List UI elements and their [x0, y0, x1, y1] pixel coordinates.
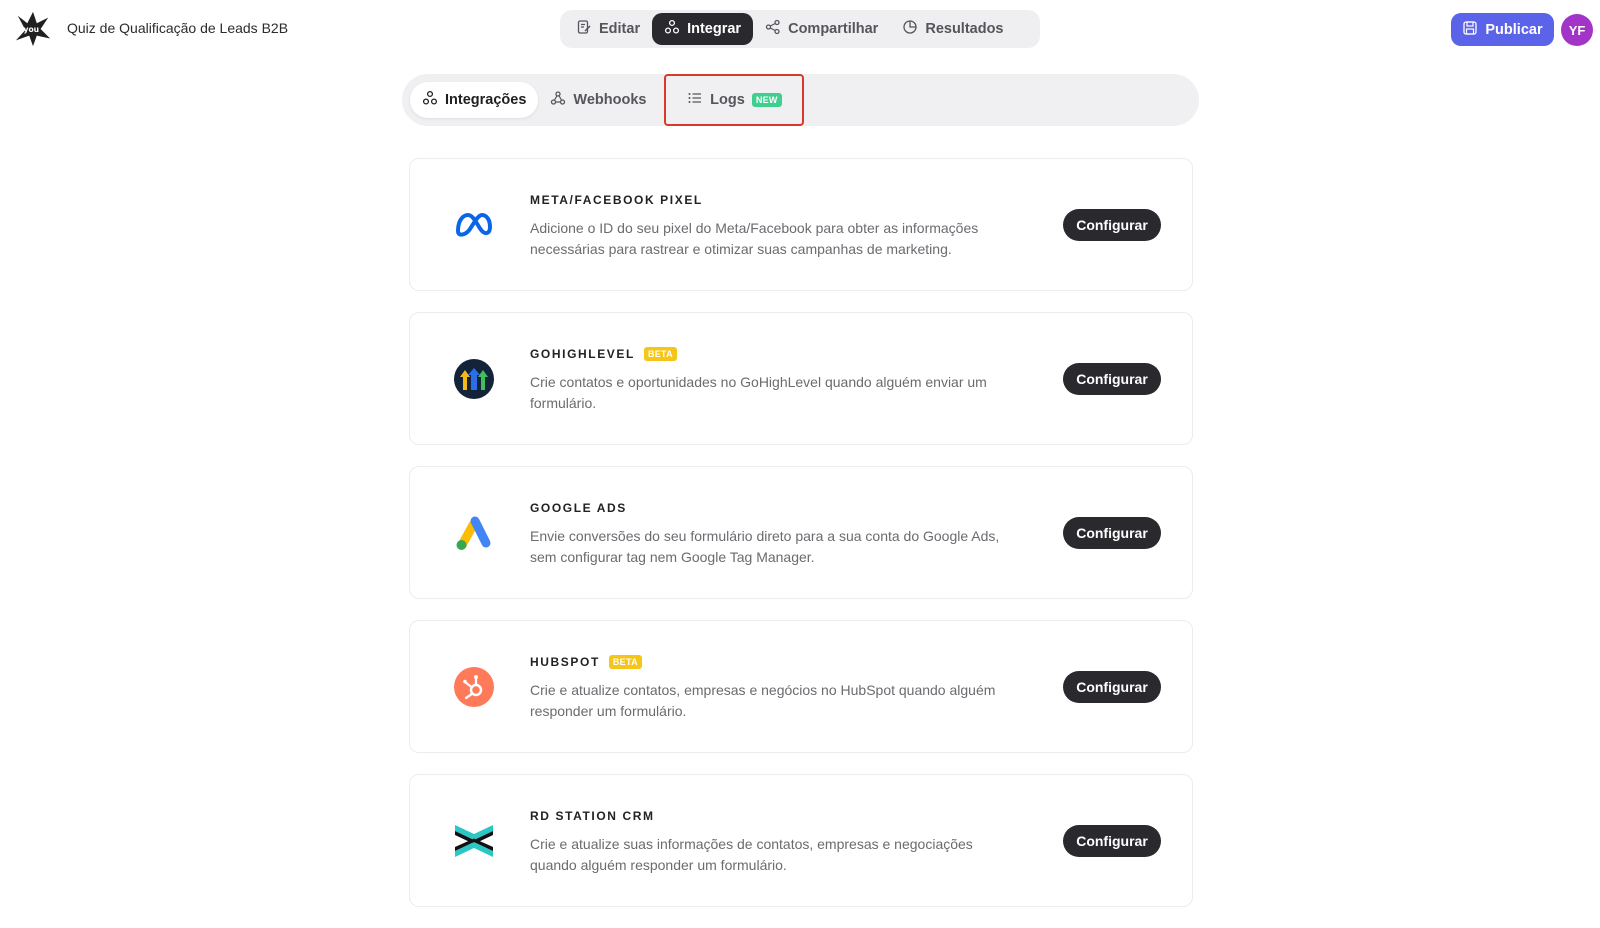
save-icon — [1462, 20, 1478, 40]
nav-tab-resultados[interactable]: Resultados — [890, 13, 1015, 45]
integration-description: Envie conversões do seu formulário diret… — [530, 528, 1000, 565]
meta-icon — [452, 203, 496, 247]
configure-button[interactable]: Configurar — [1063, 363, 1161, 395]
share-icon — [765, 19, 781, 39]
app-logo-icon[interactable]: you — [14, 10, 52, 48]
nav-tab-label: Resultados — [925, 21, 1004, 37]
configure-button[interactable]: Configurar — [1063, 209, 1161, 241]
configure-button[interactable]: Configurar — [1063, 671, 1161, 703]
subtab-integracoes[interactable]: Integrações — [410, 82, 539, 118]
edit-icon — [576, 19, 592, 39]
integration-card-google-ads: GOOGLE ADS Envie conversões do seu formu… — [409, 466, 1193, 599]
beta-badge: BETA — [608, 655, 642, 669]
new-badge: NEW — [751, 93, 782, 107]
integrations-icon — [664, 19, 680, 39]
integration-card-meta: META/FACEBOOK PIXEL Adicione o ID do seu… — [409, 158, 1193, 291]
integrations-icon — [422, 90, 438, 110]
user-avatar[interactable]: YF — [1561, 14, 1593, 46]
form-title: Quiz de Qualificação de Leads B2B — [67, 20, 289, 36]
list-icon — [687, 90, 703, 110]
subtab-label: Integrações — [445, 92, 527, 108]
integration-description: Crie e atualize suas informações de cont… — [530, 836, 973, 873]
integration-subtabs: Integrações Webhooks Logs NEW — [402, 74, 1199, 126]
top-bar: you Quiz de Qualificação de Leads B2B Ed… — [0, 0, 1600, 58]
integration-card-gohighlevel: GOHIGHLEVEL BETA Crie contatos e oportun… — [409, 312, 1193, 445]
integration-name: HUBSPOT — [530, 655, 600, 669]
integrations-list: META/FACEBOOK PIXEL Adicione o ID do seu… — [409, 158, 1193, 928]
integration-card-rd-station: RD STATION CRM Crie e atualize suas info… — [409, 774, 1193, 907]
nav-tab-label: Editar — [599, 21, 641, 37]
subtab-label: Logs — [710, 92, 745, 108]
integration-description: Adicione o ID do seu pixel do Meta/Faceb… — [530, 220, 979, 257]
integration-name: RD STATION CRM — [530, 809, 655, 823]
nav-tab-editar[interactable]: Editar — [564, 13, 652, 45]
main-nav: Editar Integrar Compartilhar Resultados — [560, 10, 1040, 48]
integration-card-hubspot: HUBSPOT BETA Crie e atualize contatos, e… — [409, 620, 1193, 753]
publish-button[interactable]: Publicar — [1451, 13, 1554, 46]
beta-badge: BETA — [643, 347, 677, 361]
hubspot-icon — [452, 665, 496, 709]
nav-tab-integrar[interactable]: Integrar — [652, 13, 754, 45]
webhook-icon — [550, 90, 566, 110]
integration-name: META/FACEBOOK PIXEL — [530, 193, 703, 207]
integration-name: GOHIGHLEVEL — [530, 347, 635, 361]
integration-description: Crie contatos e oportunidades no GoHighL… — [530, 374, 987, 411]
google-ads-icon — [452, 511, 496, 555]
chart-pie-icon — [902, 19, 918, 39]
configure-button[interactable]: Configurar — [1063, 825, 1161, 857]
svg-text:you: you — [24, 25, 40, 34]
publish-label: Publicar — [1485, 21, 1543, 38]
rd-station-icon — [452, 819, 496, 863]
integration-name: GOOGLE ADS — [530, 501, 627, 515]
nav-tab-compartilhar[interactable]: Compartilhar — [753, 13, 890, 45]
nav-tab-label: Compartilhar — [788, 21, 879, 37]
gohighlevel-icon — [452, 357, 496, 401]
subtab-label: Webhooks — [573, 92, 647, 108]
integration-description: Crie e atualize contatos, empresas e neg… — [530, 682, 996, 719]
nav-tab-label: Integrar — [687, 21, 742, 37]
configure-button[interactable]: Configurar — [1063, 517, 1161, 549]
subtab-webhooks[interactable]: Webhooks — [538, 82, 658, 118]
subtab-logs[interactable]: Logs NEW — [664, 74, 805, 126]
